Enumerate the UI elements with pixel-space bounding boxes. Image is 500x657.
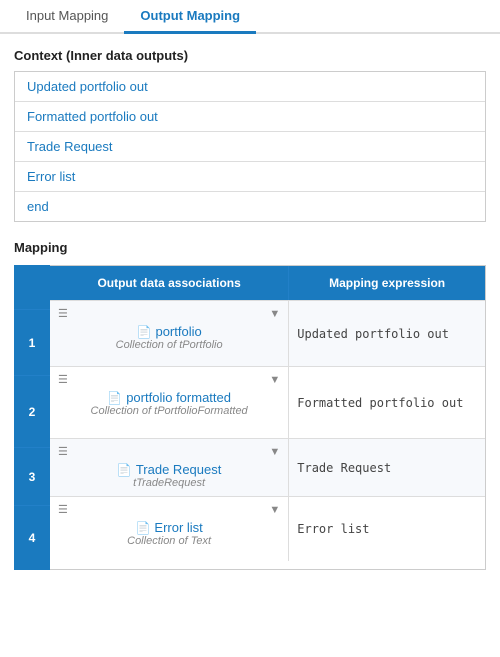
cell-output-3: ☰ ▼ 📄 Trade Request tTradeRequest <box>50 439 289 496</box>
cell-output-1: ☰ ▼ 📄 portfolio Collection of tPortfolio <box>50 301 289 366</box>
mapping-data-table: Output data associations Mapping express… <box>50 265 486 570</box>
context-item-0[interactable]: Updated portfolio out <box>15 72 485 102</box>
table-row: ☰ ▼ 📄 Trade Request tTradeRequest Trade … <box>50 438 485 496</box>
cell-mapping-1: Updated portfolio out <box>289 301 485 366</box>
output-type-4: Collection of Text <box>58 535 280 547</box>
cell-mapping-3: Trade Request <box>289 439 485 496</box>
cell-top-bar-2: ☰ ▼ <box>58 373 280 386</box>
file-icon-1: 📄 <box>137 325 152 339</box>
context-section-title: Context (Inner data outputs) <box>0 48 500 71</box>
output-name-2: 📄 portfolio formatted <box>58 390 280 405</box>
col-header-mapping: Mapping expression <box>289 266 485 300</box>
hamburger-icon-2[interactable]: ☰ <box>58 373 68 386</box>
dropdown-arrow-1[interactable]: ▼ <box>269 308 280 320</box>
context-item-3[interactable]: Error list <box>15 162 485 192</box>
output-name-3: 📄 Trade Request <box>58 462 280 477</box>
cell-output-4: ☰ ▼ 📄 Error list Collection of Text <box>50 497 289 561</box>
hamburger-icon-4[interactable]: ☰ <box>58 503 68 516</box>
cell-mapping-4: Error list <box>289 497 485 561</box>
output-type-2: Collection of tPortfolioFormatted <box>58 405 280 417</box>
context-list: Updated portfolio out Formatted portfoli… <box>14 71 486 222</box>
hamburger-icon-1[interactable]: ☰ <box>58 307 68 320</box>
context-item-2[interactable]: Trade Request <box>15 132 485 162</box>
row-number-1: 1 <box>14 309 50 375</box>
output-name-4: 📄 Error list <box>58 520 280 535</box>
cell-output-2: ☰ ▼ 📄 portfolio formatted Collection of … <box>50 367 289 438</box>
file-icon-3: 📄 <box>117 463 132 477</box>
output-name-1: 📄 portfolio <box>58 324 280 339</box>
file-icon-2: 📄 <box>107 391 122 405</box>
col-header-output: Output data associations <box>50 266 289 300</box>
row-number-3: 3 <box>14 447 50 505</box>
row-numbers-column: 1 2 3 4 <box>14 265 50 570</box>
table-row: ☰ ▼ 📄 portfolio Collection of tPortfolio… <box>50 300 485 366</box>
tabs-bar: Input Mapping Output Mapping <box>0 0 500 34</box>
cell-top-bar-3: ☰ ▼ <box>58 445 280 458</box>
mapping-table: 1 2 3 4 Output data associations Mapping… <box>14 265 486 570</box>
output-type-1: Collection of tPortfolio <box>58 339 280 351</box>
output-type-3: tTradeRequest <box>58 477 280 489</box>
mapping-header-row: Output data associations Mapping express… <box>50 266 485 300</box>
dropdown-arrow-3[interactable]: ▼ <box>269 446 280 458</box>
tab-input-mapping[interactable]: Input Mapping <box>10 0 124 34</box>
context-item-1[interactable]: Formatted portfolio out <box>15 102 485 132</box>
cell-top-bar-4: ☰ ▼ <box>58 503 280 516</box>
cell-top-bar-1: ☰ ▼ <box>58 307 280 320</box>
mapping-section-title: Mapping <box>0 240 500 265</box>
table-row: ☰ ▼ 📄 Error list Collection of Text Erro… <box>50 496 485 561</box>
row-number-2: 2 <box>14 375 50 447</box>
table-row: ☰ ▼ 📄 portfolio formatted Collection of … <box>50 366 485 438</box>
cell-mapping-2: Formatted portfolio out <box>289 367 485 438</box>
file-icon-4: 📄 <box>135 521 150 535</box>
row-num-header <box>14 265 50 309</box>
context-item-4[interactable]: end <box>15 192 485 221</box>
dropdown-arrow-2[interactable]: ▼ <box>269 374 280 386</box>
dropdown-arrow-4[interactable]: ▼ <box>269 504 280 516</box>
row-number-4: 4 <box>14 505 50 570</box>
hamburger-icon-3[interactable]: ☰ <box>58 445 68 458</box>
tab-output-mapping[interactable]: Output Mapping <box>124 0 256 34</box>
